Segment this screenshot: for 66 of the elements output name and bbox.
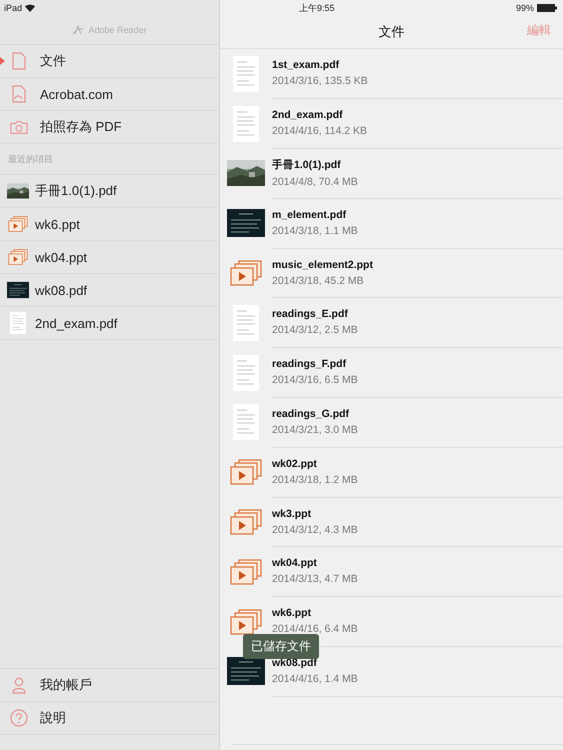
slides-icon [230,608,262,635]
battery-percent: 99% [516,3,534,13]
file-info: 2014/3/12, 2.5 MB [272,324,358,336]
recent-item[interactable]: 手冊1.0(1).pdf [0,175,219,208]
battery-icon [537,4,557,12]
recent-item[interactable]: wk08.pdf [0,274,219,307]
file-name[interactable]: music_element2.ppt [272,258,373,271]
slides-icon [8,249,28,265]
file-name[interactable]: 1st_exam.pdf [272,59,340,72]
wifi-icon [25,4,36,12]
file-info: 2014/4/16, 1.4 MB [272,672,358,685]
file-name[interactable]: 手冊1.0(1).pdf [272,158,341,172]
file-name[interactable]: readings_E.pdf [272,308,348,320]
file-name[interactable]: wk04.ppt [272,557,317,570]
file-name[interactable]: wk08.pdf [272,656,317,669]
camera-icon [10,120,28,134]
file-name[interactable]: wk6.ppt [272,607,312,620]
file-info: 2014/4/8, 70.4 MB [272,176,358,188]
slides-icon [230,260,262,286]
document-cloud-icon [11,85,27,103]
page-thumbnail [8,312,28,334]
sidebar-item[interactable]: Acrobat.com [0,78,219,111]
person-icon [11,676,27,694]
slide-thumbnail [227,209,265,238]
file-info: 2014/3/16, 6.5 MB [272,374,358,386]
file-info: 2014/3/18, 45.2 MB [272,274,364,287]
recent-item[interactable]: wk04.ppt [0,241,219,274]
file-name[interactable]: wk02.ppt [272,458,317,470]
page-thumbnail [233,106,259,142]
file-info: 2014/3/12, 4.3 MB [272,524,358,536]
recent-item[interactable]: wk6.ppt [0,208,219,241]
file-name[interactable]: m_element.pdf [272,208,346,221]
acrobat-logo-icon [72,25,84,35]
file-name[interactable]: wk3.ppt [272,508,312,520]
page-thumbnail [233,354,259,391]
document-icon [12,52,26,70]
file-name[interactable]: readings_G.pdf [272,408,350,420]
sidebar-item[interactable]: 拍照存為 PDF [0,111,219,144]
slides-icon [230,459,262,486]
page-thumbnail [233,404,259,440]
file-name[interactable]: 2nd_exam.pdf [272,109,343,122]
file-info: 2014/3/21, 3.0 MB [272,424,358,436]
status-time: 上午9:55 [299,2,335,14]
file-info: 2014/3/16, 135.5 KB [272,75,368,88]
file-name[interactable]: readings_F.pdf [272,358,346,370]
device-name: iPad [4,3,22,13]
saved-toast: 已儲存文件 [243,634,319,659]
section-heading: 最近的項目 [8,152,53,166]
slides-icon [230,558,262,585]
sidebar-item[interactable]: 文件 [0,45,219,78]
slides-icon [8,216,28,232]
file-info: 2014/3/13, 4.7 MB [272,573,358,586]
page-thumbnail [233,304,259,341]
sidebar-item[interactable]: 我的帳戶 [0,669,219,702]
slides-icon [230,509,262,536]
file-info: 2014/3/18, 1.1 MB [272,224,358,237]
page-title: 文件 [378,23,404,41]
file-info: 2014/4/16, 114.2 KB [272,125,367,138]
file-info: 2014/4/16, 6.4 MB [272,623,358,636]
file-info: 2014/3/18, 1.2 MB [272,474,358,486]
help-icon [10,709,28,727]
slide-thumbnail [227,657,265,686]
page-thumbnail [233,56,259,92]
sidebar-item[interactable]: 說明 [0,702,219,735]
recent-item[interactable]: 2nd_exam.pdf [0,307,219,340]
slide-thumbnail [7,281,29,299]
